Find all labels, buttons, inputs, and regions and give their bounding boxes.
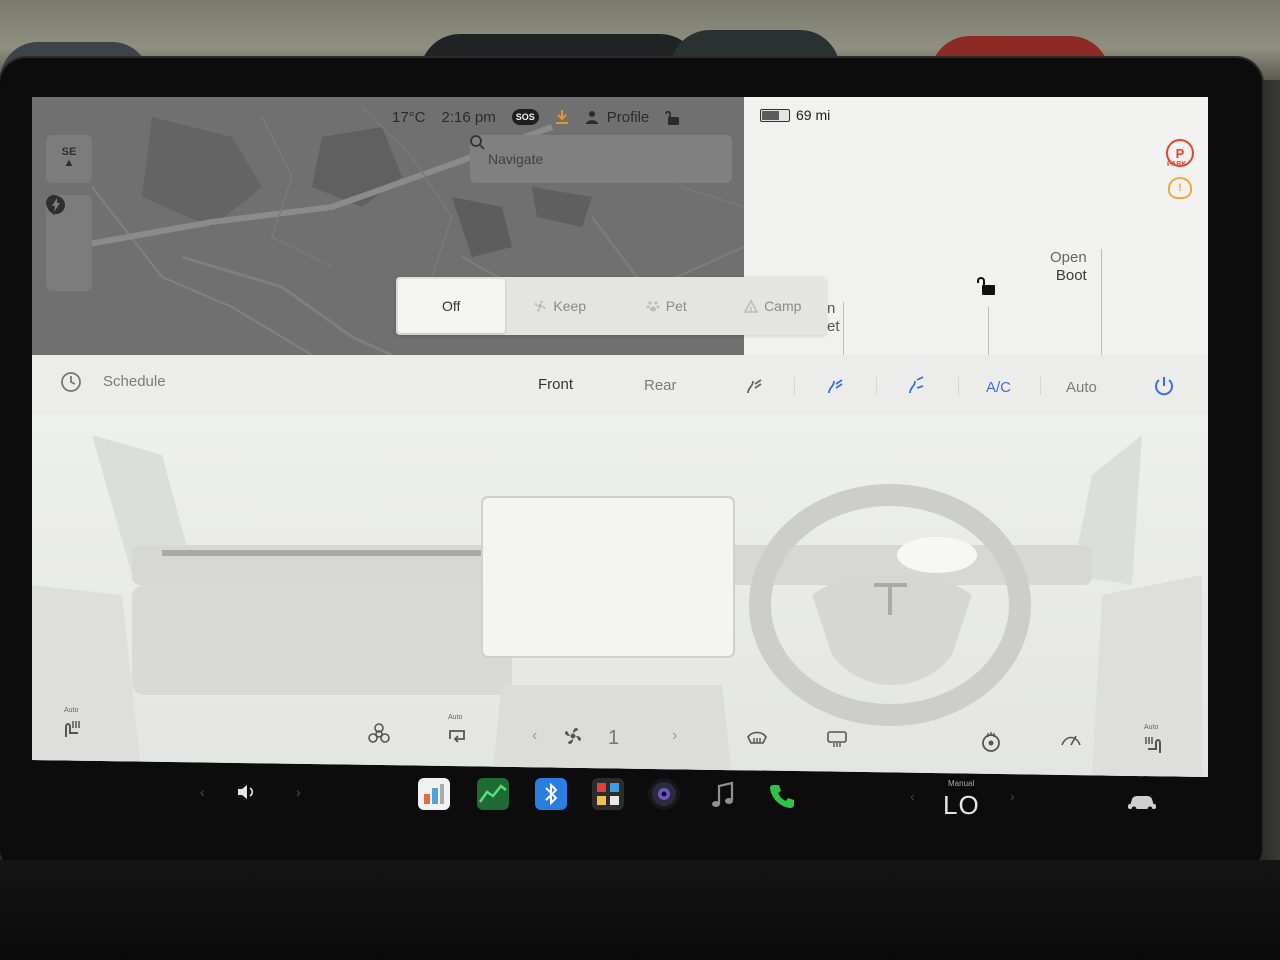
seat-heater-right-icon[interactable] (1142, 733, 1164, 755)
fan-increase-chevron-icon[interactable]: › (672, 727, 677, 745)
keep-option-keep[interactable]: Keep (507, 277, 614, 335)
volume-up-chevron-icon[interactable]: › (296, 784, 301, 800)
boot-pointer-line (1101, 249, 1102, 355)
compass-arrow-icon: ▲ (63, 157, 75, 169)
compass-button[interactable]: SE ▲ (46, 135, 92, 181)
park-label: PARK (1167, 161, 1187, 168)
tab-rear[interactable]: Rear (644, 377, 677, 394)
tpms-glyph: ! (1178, 182, 1182, 194)
open-boot-line1: Open (1050, 249, 1087, 266)
open-boot-button[interactable]: Open Boot (1050, 249, 1087, 285)
open-frunk-button[interactable]: n et (827, 300, 840, 336)
keep-option-off[interactable]: Off (398, 279, 505, 333)
wiper-icon[interactable] (1060, 731, 1082, 751)
keep-option-label: Camp (764, 298, 802, 314)
search-icon (470, 135, 485, 150)
recirculate-icon[interactable] (446, 725, 468, 747)
keep-option-pet[interactable]: Pet (613, 277, 720, 335)
biohazard-icon[interactable] (368, 723, 390, 745)
profile-icon (585, 111, 598, 124)
navigate-search[interactable]: Navigate (470, 135, 732, 183)
power-icon[interactable] (1153, 375, 1175, 397)
paw-icon (646, 301, 660, 312)
sos-button[interactable]: SOS (511, 109, 539, 125)
app-launcher-icon[interactable] (592, 778, 624, 810)
temp-up-chevron-icon[interactable]: › (1010, 788, 1015, 804)
front-defrost-icon[interactable] (746, 729, 768, 749)
range-value: 69 mi (796, 107, 831, 123)
fan-level-value: 1 (608, 727, 620, 749)
clock: 2:16 pm (441, 108, 496, 126)
lightning-icon (47, 196, 65, 214)
door-unlock-icon[interactable] (976, 275, 998, 297)
recirc-auto-label: Auto (448, 714, 463, 721)
download-icon[interactable] (555, 109, 569, 125)
clock-icon[interactable] (60, 371, 82, 393)
compass-control[interactable]: SE ▲ (46, 135, 92, 183)
temp-down-chevron-icon[interactable]: ‹ (910, 788, 915, 804)
status-bar: 17°C 2:16 pm SOS Profile (392, 105, 681, 129)
keep-option-label: Off (442, 298, 461, 314)
schedule-button[interactable]: Schedule (103, 373, 166, 390)
touchscreen: SE ▲ Navigate 17°C 2:16 pm SOS Profile 6… (32, 97, 1208, 777)
rear-defrost-icon[interactable] (826, 729, 848, 749)
temperature-mode-label: Manual (948, 779, 975, 788)
fan-icon (535, 300, 546, 312)
cabin-temperature-display[interactable]: LO (943, 790, 980, 821)
volume-down-chevron-icon[interactable]: ‹ (200, 784, 205, 800)
airflow-windscreen-icon[interactable] (907, 375, 925, 395)
divider (876, 377, 877, 395)
bluetooth-icon[interactable] (535, 778, 567, 810)
seat-right-auto-label: Auto (1144, 724, 1159, 731)
airflow-feet-icon[interactable] (826, 375, 844, 395)
fan-decrease-chevron-icon[interactable]: ‹ (532, 727, 537, 745)
divider (1040, 377, 1041, 395)
auto-climate-button[interactable]: Auto (1066, 379, 1097, 396)
frunk-pointer-line (843, 302, 844, 355)
tent-icon (744, 299, 759, 313)
divider (794, 377, 795, 395)
phone-icon[interactable] (768, 782, 796, 810)
unlock-icon[interactable] (665, 109, 681, 125)
charging-button[interactable] (46, 196, 92, 287)
fan-speed-icon (565, 728, 581, 744)
map-controls (46, 195, 92, 291)
climate-keep-selector: Off Keep Pet Camp (396, 277, 826, 335)
steering-wheel-heater-icon[interactable] (980, 731, 1002, 753)
seat-left-auto-label: Auto (64, 707, 79, 714)
keep-option-camp[interactable]: Camp (720, 277, 827, 335)
divider (958, 377, 959, 395)
ac-toggle[interactable]: A/C (986, 379, 1011, 396)
volume-icon[interactable] (236, 782, 258, 802)
lock-pointer-line (988, 307, 989, 355)
outside-temperature: 17°C (392, 108, 426, 126)
airflow-face-icon[interactable] (745, 375, 763, 395)
battery-fill (762, 110, 779, 120)
battery-status: 69 mi (760, 107, 830, 123)
tyre-pressure-warning-icon: ! (1168, 177, 1192, 199)
keep-option-label: Pet (665, 298, 687, 314)
camera-app-icon[interactable] (648, 778, 680, 810)
park-icon-letter: P (1175, 145, 1185, 161)
seat-heater-left-icon[interactable] (62, 717, 84, 739)
profile-label: Profile (606, 108, 650, 126)
navigate-placeholder: Navigate (488, 151, 544, 167)
dashboard (0, 860, 1280, 960)
frunk-label-line2: et (827, 318, 840, 335)
energy-app-icon[interactable] (477, 778, 509, 810)
car-icon[interactable] (1126, 792, 1158, 812)
frunk-label-line1: n (827, 300, 836, 317)
open-boot-line2: Boot (1055, 267, 1087, 284)
profile-button[interactable]: Profile (585, 108, 650, 126)
music-note-icon[interactable] (710, 780, 736, 810)
climate-header: Schedule Front Rear A/C Auto (32, 355, 1208, 415)
keep-option-label: Keep (553, 298, 587, 314)
battery-icon (760, 108, 790, 122)
tab-front[interactable]: Front (538, 376, 573, 393)
toybox-app-icon[interactable] (418, 778, 450, 810)
app-dock: ‹ › ‹ › (180, 778, 1180, 838)
